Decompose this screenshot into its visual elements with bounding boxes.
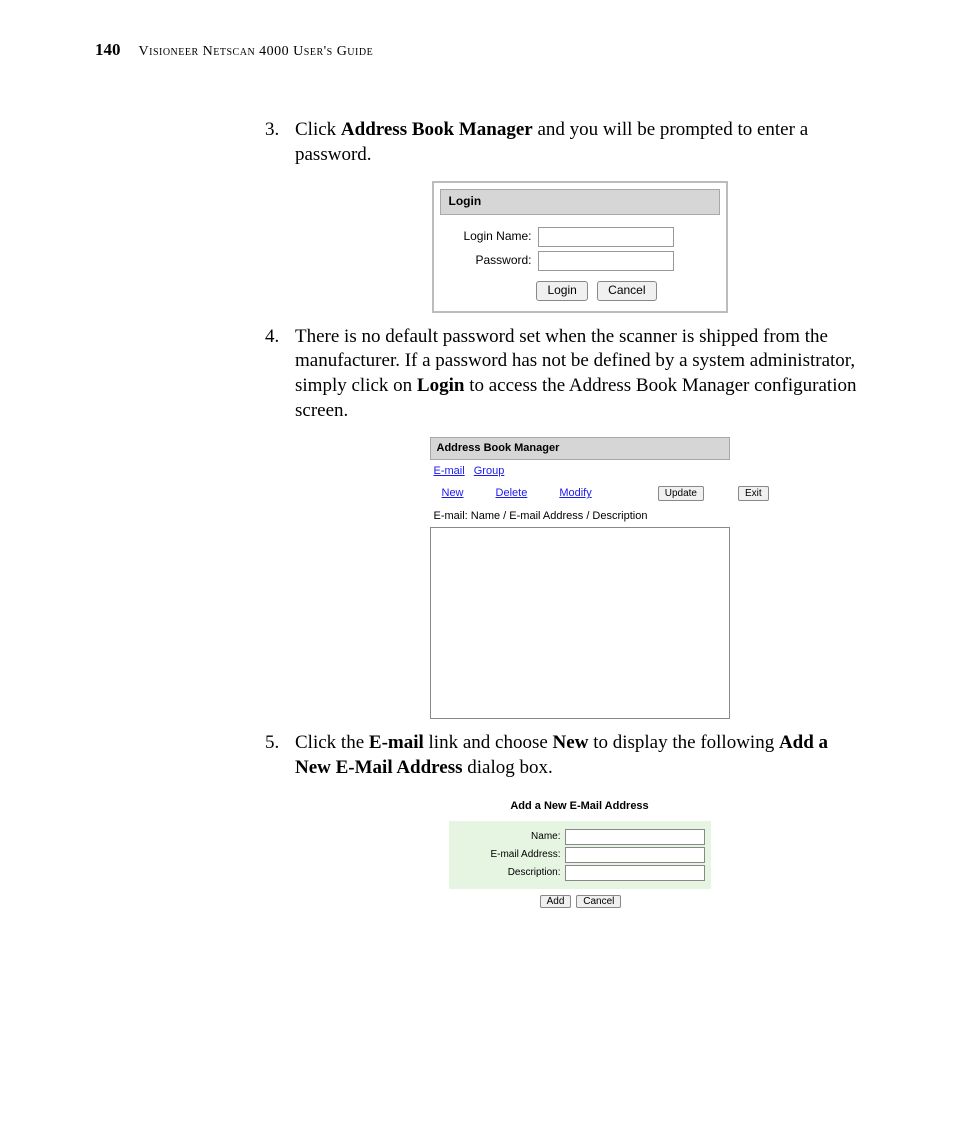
step-text: There is no default password set when th…	[295, 326, 856, 421]
step-text: Click Address Book Manager and you will …	[295, 119, 808, 165]
password-input[interactable]	[538, 251, 674, 271]
link-delete[interactable]: Delete	[496, 486, 528, 500]
ae-email-input[interactable]	[565, 847, 705, 863]
ae-email-label: E-mail Address:	[455, 848, 561, 861]
address-book-manager-panel: Address Book Manager E-mail Group New De…	[430, 437, 730, 719]
step-number: 5.	[265, 731, 279, 756]
abm-tabs: E-mail Group	[430, 460, 730, 482]
step-5: 5. Click the E-mail link and choose New …	[295, 731, 864, 911]
ae-desc-label: Description:	[455, 866, 561, 879]
abm-email-list[interactable]	[430, 527, 730, 719]
cancel-button[interactable]: Cancel	[597, 281, 656, 301]
step-number: 4.	[265, 325, 279, 350]
login-dialog-title: Login	[440, 189, 720, 215]
link-new[interactable]: New	[442, 486, 464, 500]
page-number: 140	[95, 40, 121, 60]
step-number: 3.	[265, 118, 279, 143]
guide-title: Visioneer Netscan 4000 User's Guide	[139, 44, 374, 60]
add-button[interactable]: Add	[540, 895, 572, 908]
tab-email[interactable]: E-mail	[434, 465, 465, 477]
update-button[interactable]: Update	[658, 486, 704, 501]
exit-button[interactable]: Exit	[738, 486, 769, 501]
abm-column-header: E-mail: Name / E-mail Address / Descript…	[430, 505, 730, 527]
step-3: 3. Click Address Book Manager and you wi…	[295, 118, 864, 313]
page-header: 140 Visioneer Netscan 4000 User's Guide	[95, 40, 864, 60]
login-button[interactable]: Login	[536, 281, 587, 301]
tab-group[interactable]: Group	[474, 465, 505, 477]
cancel-button[interactable]: Cancel	[576, 895, 621, 908]
step-text: Click the E-mail link and choose New to …	[295, 732, 828, 778]
login-dialog: Login Login Name: Password: Login Cancel	[432, 181, 728, 312]
add-email-dialog: Add a New E-Mail Address Name: E-mail Ad…	[449, 795, 711, 910]
step-4: 4. There is no default password set when…	[295, 325, 864, 720]
ae-name-label: Name:	[455, 830, 561, 843]
ae-name-input[interactable]	[565, 829, 705, 845]
add-email-title: Add a New E-Mail Address	[449, 795, 711, 821]
ae-desc-input[interactable]	[565, 865, 705, 881]
password-label: Password:	[440, 253, 532, 269]
link-modify[interactable]: Modify	[559, 486, 591, 500]
login-name-input[interactable]	[538, 227, 674, 247]
abm-title: Address Book Manager	[430, 437, 730, 459]
login-name-label: Login Name:	[440, 229, 532, 245]
